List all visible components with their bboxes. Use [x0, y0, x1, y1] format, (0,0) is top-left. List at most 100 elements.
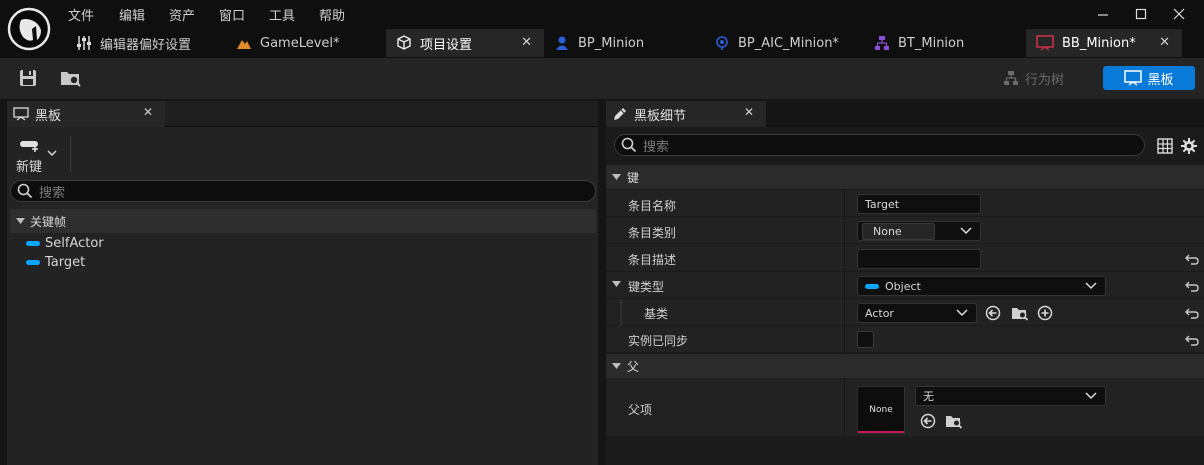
- section-label: 键: [627, 170, 640, 185]
- tab-blackboard-details[interactable]: 黑板细节 ✕: [606, 101, 766, 127]
- category-label: 关键帧: [30, 214, 67, 229]
- details-search-input[interactable]: 搜索: [614, 134, 1145, 156]
- close-tab-icon[interactable]: ✕: [744, 105, 754, 119]
- behavior-tree-mode-button[interactable]: 行为树: [1003, 66, 1064, 90]
- blackboard-search-input[interactable]: 搜索: [10, 180, 596, 202]
- menu-edit[interactable]: 编辑: [119, 5, 145, 24]
- nest-indent-bar: [620, 299, 622, 326]
- key-name: SelfActor: [45, 235, 104, 251]
- table-view-icon[interactable]: [1157, 138, 1173, 154]
- key-item-target[interactable]: Target: [26, 253, 85, 271]
- settings-gear-icon[interactable]: [1181, 138, 1197, 154]
- search-icon: [17, 183, 33, 199]
- tab-label: 编辑器偏好设置: [100, 37, 192, 53]
- blackboard-tab-label: 黑板: [35, 108, 62, 124]
- tab-bp-minion[interactable]: BP_Minion: [544, 29, 704, 57]
- object-type-pill-icon: [26, 240, 40, 246]
- ai-controller-icon: [714, 35, 730, 51]
- chevron-down-icon: [1085, 392, 1097, 400]
- toolbar-divider: [70, 136, 71, 172]
- collapse-arrow-icon[interactable]: [612, 281, 621, 288]
- menu-file[interactable]: 文件: [68, 5, 94, 24]
- collapse-arrow-icon: [16, 217, 25, 225]
- gear-boxes-icon: [396, 35, 412, 51]
- object-type-pill-icon: [26, 259, 40, 265]
- instance-synced-checkbox[interactable]: [857, 331, 874, 348]
- asset-thumbnail[interactable]: None: [857, 386, 905, 434]
- close-tab-icon[interactable]: ✕: [1159, 35, 1170, 50]
- tab-bt-minion[interactable]: BT_Minion: [864, 29, 1024, 57]
- collapse-arrow-icon: [612, 362, 621, 370]
- level-icon: [236, 35, 252, 51]
- maximize-icon[interactable]: [1131, 4, 1151, 24]
- blackboard-mode-button[interactable]: 黑板: [1103, 66, 1195, 90]
- tab-divider: [766, 126, 1204, 127]
- close-window-icon[interactable]: [1169, 4, 1189, 24]
- entry-description-input[interactable]: [857, 249, 981, 269]
- chevron-down-icon[interactable]: [960, 226, 972, 236]
- use-selected-arrow-icon[interactable]: [920, 413, 936, 429]
- search-placeholder: 搜索: [39, 185, 66, 201]
- tab-label: BP_AIC_Minion*: [738, 35, 839, 51]
- reset-to-default-icon[interactable]: [1185, 280, 1199, 292]
- base-class-label: 基类: [644, 307, 669, 321]
- blackboard-icon: [13, 107, 29, 121]
- browse-folder-icon[interactable]: [1011, 305, 1029, 321]
- add-new-icon[interactable]: [1037, 305, 1053, 321]
- keys-category-header[interactable]: 关键帧: [10, 209, 596, 233]
- browse-folder-icon[interactable]: [945, 413, 963, 429]
- base-class-combo[interactable]: Actor: [857, 303, 977, 323]
- tab-divider: [165, 126, 598, 127]
- unreal-logo-icon[interactable]: [6, 6, 52, 52]
- blackboard-asset-icon: [1036, 35, 1054, 51]
- tab-bb-minion[interactable]: BB_Minion* ✕: [1026, 29, 1182, 57]
- chevron-down-icon: [47, 150, 57, 156]
- menu-tools[interactable]: 工具: [269, 5, 295, 24]
- tab-label: BB_Minion*: [1062, 35, 1136, 51]
- close-tab-icon[interactable]: ✕: [143, 105, 153, 119]
- blackboard-icon: [1124, 70, 1143, 86]
- tab-bp-aic-minion[interactable]: BP_AIC_Minion*: [704, 29, 864, 57]
- collapse-arrow-icon: [612, 173, 621, 181]
- section-parent-header[interactable]: 父: [606, 354, 1204, 378]
- reset-to-default-icon[interactable]: [1185, 307, 1199, 319]
- entry-name-input[interactable]: Target: [857, 194, 981, 214]
- tab-label: GameLevel*: [260, 35, 340, 51]
- close-tab-icon[interactable]: ✕: [521, 35, 532, 50]
- new-key-button[interactable]: 新键: [14, 139, 62, 175]
- menu-help[interactable]: 帮助: [319, 5, 345, 24]
- blackboard-panel-body: [7, 127, 598, 465]
- thumbnail-accent-bar: [858, 431, 904, 433]
- save-icon[interactable]: [18, 68, 38, 88]
- tab-game-level[interactable]: GameLevel*: [226, 29, 386, 57]
- menu-asset[interactable]: 资产: [169, 5, 195, 24]
- chevron-down-icon: [1085, 282, 1097, 290]
- browse-asset-icon[interactable]: [60, 68, 81, 88]
- key-item-selfactor[interactable]: SelfActor: [26, 234, 104, 252]
- key-type-combo[interactable]: Object: [857, 276, 1106, 296]
- reset-to-default-icon[interactable]: [1185, 253, 1199, 265]
- key-type-label: 键类型: [628, 280, 665, 294]
- key-name: Target: [45, 254, 86, 270]
- entry-category-value[interactable]: None: [862, 222, 935, 240]
- search-icon: [621, 137, 637, 153]
- chevron-down-icon: [956, 309, 968, 317]
- parent-asset-combo[interactable]: 无: [915, 386, 1106, 406]
- tab-project-settings[interactable]: 项目设置 ✕: [386, 29, 544, 57]
- pencil-icon: [612, 106, 628, 122]
- blackboard-mode-label: 黑板: [1147, 72, 1174, 88]
- behavior-tree-icon: [874, 35, 890, 51]
- entry-category-combo[interactable]: None: [857, 221, 981, 241]
- entry-description-label: 条目描述: [628, 253, 677, 267]
- reset-to-default-icon[interactable]: [1185, 334, 1199, 346]
- use-selected-arrow-icon[interactable]: [985, 305, 1001, 321]
- base-class-value: Actor: [865, 306, 894, 320]
- tab-editor-preferences[interactable]: 编辑器偏好设置: [66, 29, 226, 57]
- tab-label: BT_Minion: [898, 35, 965, 51]
- minimize-icon[interactable]: [1093, 4, 1113, 24]
- tab-label: BP_Minion: [578, 35, 645, 51]
- menu-window[interactable]: 窗口: [219, 5, 245, 24]
- entry-name-label: 条目名称: [628, 199, 677, 213]
- tab-blackboard[interactable]: 黑板 ✕: [7, 101, 165, 127]
- section-key-header[interactable]: 键: [606, 165, 1204, 189]
